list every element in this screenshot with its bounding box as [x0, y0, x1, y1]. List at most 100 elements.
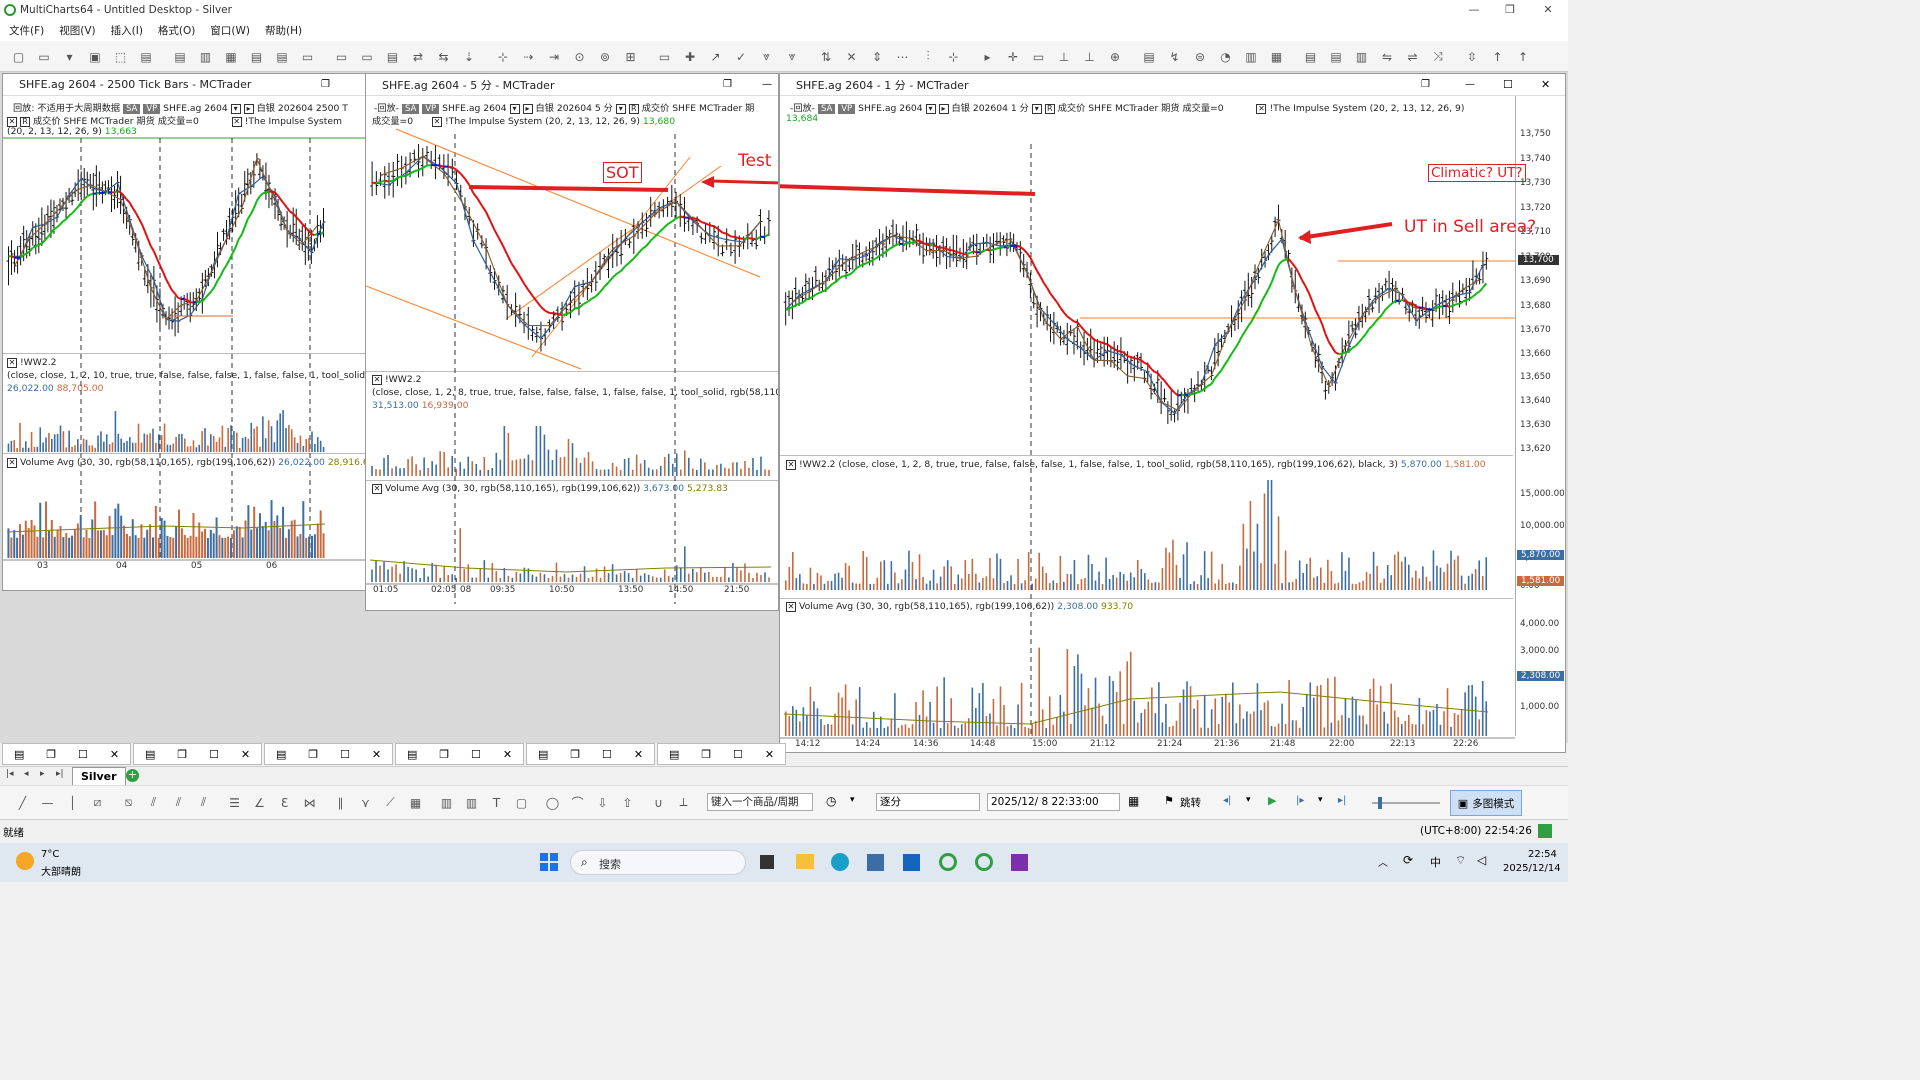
tick-chart-canvas[interactable] [3, 74, 367, 591]
drawing-tool-icon[interactable]: ⌒ [569, 794, 586, 811]
tab-control-icon[interactable]: ❐ [570, 748, 580, 761]
toolbar-tool-icon[interactable]: ⇥ [546, 48, 563, 65]
tab-control-icon[interactable]: ▤ [669, 748, 679, 761]
toolbar-tool-icon[interactable]: ▥ [1353, 48, 1370, 65]
tab-control-icon[interactable]: ▤ [145, 748, 155, 761]
maximize-button[interactable]: ❐ [1492, 0, 1528, 19]
toolbar-tool-icon[interactable]: ⫶ [920, 48, 937, 65]
toolbar-tool-icon[interactable]: ⇳ [1464, 48, 1481, 65]
add-sheet-icon[interactable]: + [126, 769, 139, 782]
toolbar-tool-icon[interactable]: ▸ [979, 48, 996, 65]
toolbar-tool-icon[interactable]: ⩔ [784, 48, 801, 65]
toolbar-tool-icon[interactable]: ▤ [1141, 48, 1158, 65]
playback-datetime-input[interactable]: 2025/12/ 8 22:33:00 [987, 793, 1120, 811]
drawing-tool-icon[interactable]: ⋈ [301, 794, 318, 811]
toolbar-tool-icon[interactable]: ◔ [1217, 48, 1234, 65]
tab-control-icon[interactable]: ❐ [46, 748, 56, 761]
annotation-test-of-sell-off[interactable]: Test of sell of [738, 151, 778, 171]
menu-file[interactable]: 文件(F) [9, 23, 44, 38]
prev-sheet-icon[interactable]: ◂ [24, 769, 29, 779]
toolbar-tool-icon[interactable]: ⤨ [1430, 48, 1447, 65]
annotation-sot[interactable]: SOT [603, 162, 642, 183]
drawing-tool-icon[interactable]: ⇩ [594, 794, 611, 811]
toolbar-tool-icon[interactable]: ⇣ [461, 48, 478, 65]
minimized-chart-tab[interactable]: ▤ ❐ ☐ ✕ [2, 743, 131, 765]
drawing-tool-icon[interactable]: ⫽ [195, 794, 212, 811]
chevron-up-icon[interactable]: ︿ [1378, 854, 1388, 869]
tab-control-icon[interactable]: ☐ [733, 748, 743, 761]
tab-control-icon[interactable]: ▤ [407, 748, 417, 761]
toolbar-tool-icon[interactable]: ⊞ [622, 48, 639, 65]
taskbar-search[interactable]: ⌕ 搜索 [570, 850, 746, 875]
wifi-icon[interactable]: ⌔ [1455, 853, 1466, 868]
minimize-button[interactable]: — [1456, 0, 1492, 19]
last-sheet-icon[interactable]: ▸| [56, 769, 64, 779]
task-view-icon[interactable] [760, 855, 774, 869]
sheet-tab-silver[interactable]: Silver [72, 767, 126, 785]
drawing-tool-icon[interactable]: ▦ [407, 794, 424, 811]
chart-window-tick[interactable]: SHFE.ag 2604 - 2500 Tick Bars - MCTrader… [2, 73, 367, 591]
toolbar-tool-icon[interactable]: ⊹ [945, 48, 962, 65]
toolbar-tool-icon[interactable]: ⊕ [1107, 48, 1124, 65]
first-sheet-icon[interactable]: |◂ [6, 769, 14, 779]
drawing-tool-icon[interactable]: ⫽ [170, 794, 187, 811]
toolbar-tool-icon[interactable]: ⊙ [571, 48, 588, 65]
tab-control-icon[interactable]: ✕ [110, 748, 119, 761]
toolbar-tool-icon[interactable]: ↯ [1166, 48, 1183, 65]
toolbar-tool-icon[interactable]: ▭ [333, 48, 350, 65]
toolbar-tool-icon[interactable]: ▢ [10, 48, 27, 65]
annotation-climatic-ut[interactable]: Climatic? UT? [1428, 164, 1526, 182]
annotation-ut-in-sell-area[interactable]: UT in Sell area? [1404, 217, 1536, 237]
drawing-tool-icon[interactable]: ╱ [14, 794, 31, 811]
tab-control-icon[interactable]: ☐ [471, 748, 481, 761]
drawing-tool-icon[interactable]: ☰ [226, 794, 243, 811]
toolbar-tool-icon[interactable]: ✓ [733, 48, 750, 65]
store-icon[interactable] [867, 854, 884, 871]
step-back-icon[interactable]: ◂| [1223, 795, 1231, 806]
tab-control-icon[interactable]: ☐ [602, 748, 612, 761]
toolbar-tool-icon[interactable]: ↗ [707, 48, 724, 65]
skip-end-icon[interactable]: ▸| [1338, 795, 1346, 806]
calendar-icon[interactable]: ▦ [1128, 794, 1139, 808]
chart-window-1min[interactable]: SHFE.ag 2604 - 1 分 - MCTrader ❐ — ☐ ✕ -回… [779, 73, 1566, 753]
toolbar-tool-icon[interactable]: ⊥ [1056, 48, 1073, 65]
drawing-tool-icon[interactable]: ⋎ [357, 794, 374, 811]
multicharts-icon[interactable] [939, 853, 957, 871]
menu-format[interactable]: 格式(O) [158, 23, 195, 38]
toolbar-tool-icon[interactable]: ▭ [656, 48, 673, 65]
toolbar-tool-icon[interactable]: ✛ [1005, 48, 1022, 65]
toolbar-tool-icon[interactable]: ✚ [682, 48, 699, 65]
toolbar-tool-icon[interactable]: ▤ [138, 48, 155, 65]
toolbar-tool-icon[interactable]: ⋯ [894, 48, 911, 65]
jump-button[interactable]: 跳转 [1180, 795, 1201, 810]
drawing-tool-icon[interactable]: ∥ [332, 794, 349, 811]
multi-chart-mode-button[interactable]: ▣ 多图模式 [1450, 790, 1522, 816]
step-forward-icon[interactable]: |▸ [1296, 795, 1304, 806]
toolbar-tool-icon[interactable]: ↑ [1515, 48, 1532, 65]
tab-control-icon[interactable]: ❐ [308, 748, 318, 761]
tab-control-icon[interactable]: ✕ [765, 748, 774, 761]
toolbar-tool-icon[interactable]: ▣ [87, 48, 104, 65]
tab-control-icon[interactable]: ☐ [209, 748, 219, 761]
chevron-down-icon[interactable]: ▾ [1318, 795, 1323, 805]
drawing-tool-icon[interactable]: ⇧ [619, 794, 636, 811]
drawing-tool-icon[interactable]: ▥ [438, 794, 455, 811]
tab-control-icon[interactable]: ✕ [503, 748, 512, 761]
menu-view[interactable]: 视图(V) [59, 23, 95, 38]
5min-chart-canvas[interactable] [366, 74, 779, 611]
close-button[interactable]: ✕ [1530, 0, 1566, 19]
tab-control-icon[interactable]: ✕ [634, 748, 643, 761]
toolbar-tool-icon[interactable]: ▦ [1268, 48, 1285, 65]
tab-control-icon[interactable]: ☐ [340, 748, 350, 761]
minimized-chart-tab[interactable]: ▤ ❐ ☐ ✕ [133, 743, 262, 765]
toolbar-tool-icon[interactable]: ▭ [36, 48, 53, 65]
drawing-tool-icon[interactable]: │ [64, 794, 81, 811]
toolbar-tool-icon[interactable]: ⇆ [435, 48, 452, 65]
minimized-chart-tab[interactable]: ▤ ❐ ☐ ✕ [657, 743, 786, 765]
tab-control-icon[interactable]: ▤ [276, 748, 286, 761]
toolbar-tool-icon[interactable]: ▥ [197, 48, 214, 65]
outlook-icon[interactable] [903, 854, 920, 871]
toolbar-tool-icon[interactable]: ▭ [299, 48, 316, 65]
toolbar-tool-icon[interactable]: ✕ [843, 48, 860, 65]
ime-indicator[interactable]: 中 [1430, 854, 1441, 870]
